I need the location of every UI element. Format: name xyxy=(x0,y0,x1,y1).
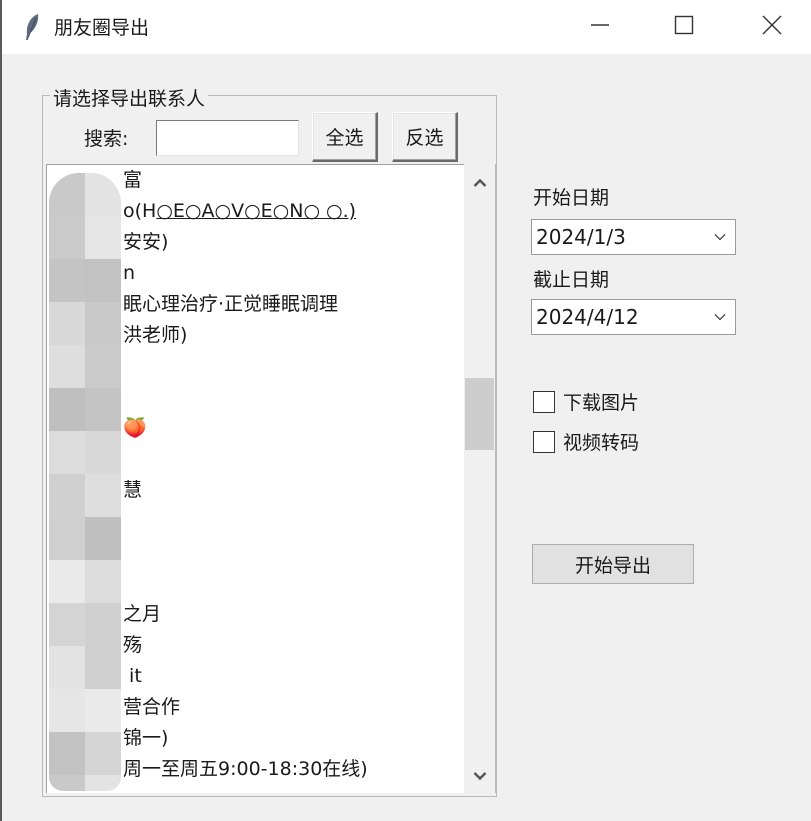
privacy-mask-cell xyxy=(49,259,85,302)
scroll-thumb[interactable] xyxy=(465,378,494,450)
privacy-mask-cell xyxy=(85,603,121,646)
feather-icon xyxy=(22,12,42,42)
start-date-value: 2024/1/3 xyxy=(536,225,626,249)
window-title: 朋友圈导出 xyxy=(54,17,150,39)
scroll-up-button[interactable] xyxy=(464,164,495,200)
privacy-mask-cell xyxy=(49,775,85,791)
privacy-mask-cell xyxy=(85,560,121,603)
contact-name: 富 xyxy=(123,169,143,191)
contacts-scrollbar[interactable] xyxy=(464,164,496,793)
chevron-down-icon[interactable] xyxy=(705,313,735,321)
search-input[interactable] xyxy=(156,120,299,156)
privacy-mask-cell xyxy=(49,173,85,216)
contact-name: 之月 xyxy=(123,603,162,625)
contact-name: n xyxy=(123,262,136,284)
minimize-button[interactable] xyxy=(570,0,630,54)
privacy-mask-cell xyxy=(49,345,85,388)
download-images-label[interactable]: 下载图片 xyxy=(563,388,639,415)
contact-name: 锦一) xyxy=(123,727,169,749)
contact-name: 安安) xyxy=(123,231,169,253)
select-all-button[interactable]: 全选 xyxy=(312,112,378,162)
contacts-group-legend: 请选择导出联系人 xyxy=(50,84,209,111)
privacy-mask-cell xyxy=(85,517,121,560)
video-transcode-option[interactable]: 视频转码 xyxy=(533,428,639,455)
title-bar[interactable]: 朋友圈导出 xyxy=(2,0,811,54)
privacy-mask-cell xyxy=(49,603,85,646)
privacy-mask-cell xyxy=(85,431,121,474)
privacy-mask-cell xyxy=(85,474,121,517)
chevron-up-icon xyxy=(473,173,487,192)
contact-name: it xyxy=(123,665,142,687)
privacy-mask-cell xyxy=(85,732,121,775)
contact-name: 慧 xyxy=(123,479,143,501)
download-images-checkbox[interactable] xyxy=(533,390,555,413)
privacy-mask-cell xyxy=(49,431,85,474)
privacy-mask-cell xyxy=(49,689,85,732)
privacy-blur-mask xyxy=(49,173,121,791)
minimize-icon xyxy=(590,15,610,39)
contact-name: o(H xyxy=(123,200,157,222)
scroll-down-button[interactable] xyxy=(464,757,495,793)
contact-name: 洪老师) xyxy=(123,324,188,346)
privacy-mask-cell xyxy=(49,388,85,431)
contact-name: 营合作 xyxy=(123,696,181,718)
maximize-icon xyxy=(674,15,694,39)
download-images-option[interactable]: 下载图片 xyxy=(533,388,639,415)
video-transcode-label[interactable]: 视频转码 xyxy=(563,428,639,455)
privacy-mask-cell xyxy=(49,302,85,345)
start-date-label: 开始日期 xyxy=(533,187,610,209)
privacy-mask-cell xyxy=(85,216,121,259)
start-export-button[interactable]: 开始导出 xyxy=(532,544,694,584)
end-date-value: 2024/4/12 xyxy=(536,305,639,329)
maximize-button[interactable] xyxy=(654,0,714,54)
privacy-mask-cell xyxy=(85,689,121,732)
privacy-mask-cell xyxy=(85,345,121,388)
chevron-down-icon xyxy=(473,766,487,785)
close-icon xyxy=(762,15,782,39)
end-date-label: 截止日期 xyxy=(533,269,610,291)
contact-name: 🍑 xyxy=(123,417,147,439)
privacy-mask-cell xyxy=(85,173,121,216)
privacy-mask-cell xyxy=(85,259,121,302)
contact-name-decorated: ○E○A○V○E○N○ ○.) xyxy=(156,200,357,222)
privacy-mask-cell xyxy=(49,646,85,689)
privacy-mask-cell xyxy=(49,560,85,603)
search-label: 搜索: xyxy=(84,128,129,150)
privacy-mask-cell xyxy=(49,517,85,560)
contacts-listbox[interactable]: 富林o(H○E○A○V○E○N○ ○.)旦安安)Hn沪眠心理治疗·正觉睡眠调理沪… xyxy=(46,164,464,793)
privacy-mask-cell xyxy=(49,474,85,517)
privacy-mask-cell xyxy=(85,646,121,689)
privacy-mask-cell xyxy=(85,388,121,431)
privacy-mask-cell xyxy=(85,775,121,791)
contact-name: 周一至周五9:00-18:30在线) xyxy=(123,758,368,780)
invert-selection-button[interactable]: 反选 xyxy=(392,112,458,162)
end-date-combobox[interactable]: 2024/4/12 xyxy=(531,299,736,335)
chevron-down-icon[interactable] xyxy=(705,233,735,241)
video-transcode-checkbox[interactable] xyxy=(533,430,555,453)
privacy-mask-cell xyxy=(49,216,85,259)
start-date-combobox[interactable]: 2024/1/3 xyxy=(531,219,736,255)
contact-name: 殇 xyxy=(123,634,143,656)
contact-name: 眠心理治疗·正觉睡眠调理 xyxy=(123,293,339,315)
privacy-mask-cell xyxy=(85,302,121,345)
close-button[interactable] xyxy=(742,0,802,54)
privacy-mask-cell xyxy=(49,732,85,775)
